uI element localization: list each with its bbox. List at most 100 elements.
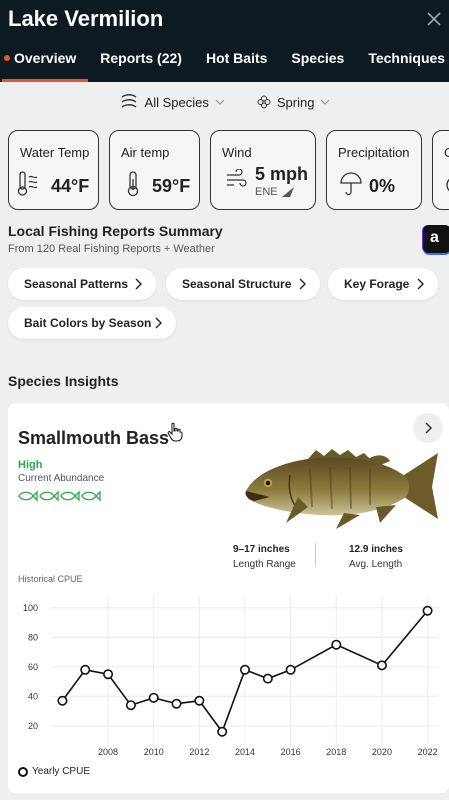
cloud-cover-card[interactable]: C: [432, 130, 449, 210]
data-point: [422, 605, 433, 616]
species-filter-label: All Species: [144, 94, 209, 110]
legend-label: Yearly CPUE: [32, 766, 90, 777]
abundance-fish-icons: [18, 490, 101, 502]
avg-length-value: 12.9 inches: [349, 544, 403, 555]
app-logo-icon[interactable]: a: [423, 225, 449, 253]
data-point: [148, 692, 159, 703]
y-tick-label: 100: [23, 603, 38, 613]
bait-colors-button[interactable]: Bait Colors by Season: [8, 307, 176, 339]
stat-divider: [315, 543, 316, 567]
chevron-down-icon: [215, 99, 225, 105]
chevron-right-icon: [425, 422, 433, 434]
abundance-label: Current Abundance: [18, 473, 105, 484]
y-tick-label: 20: [28, 721, 38, 731]
water-thermometer-icon: [17, 171, 38, 196]
tab-hot-baits[interactable]: Hot Baits: [194, 48, 279, 82]
pill-label: Key Forage: [344, 277, 410, 291]
data-point: [194, 695, 205, 706]
wind-speed-value: 5 mph: [255, 164, 309, 184]
tab-overview[interactable]: Overview: [0, 48, 89, 82]
umbrella-icon: [340, 172, 362, 196]
data-point: [262, 673, 273, 684]
data-point: [240, 664, 251, 675]
pill-label: Seasonal Patterns: [24, 277, 129, 291]
data-point: [57, 695, 68, 706]
cpue-line-chart: 20 40 60 80 100 2008 2010 2012 2014 2016 2018 2020 2…: [23, 596, 439, 757]
precipitation-card[interactable]: Precipitation 0%: [326, 130, 422, 210]
close-icon[interactable]: [423, 8, 445, 30]
length-range-value: 9–17 inches: [233, 544, 290, 555]
fish-icon: [18, 490, 38, 502]
species-name: Smallmouth Bass: [18, 428, 170, 448]
data-point: [125, 700, 136, 711]
chevron-right-icon: [135, 278, 142, 290]
x-tick-label: 2016: [281, 747, 301, 757]
summary-subtitle: From 120 Real Fishing Reports + Weather: [8, 243, 215, 255]
chevron-down-icon: [321, 99, 330, 105]
data-point: [376, 660, 387, 671]
wind-icon: [227, 169, 247, 187]
air-temp-card[interactable]: Air temp 59°F: [109, 130, 200, 210]
filter-bar: All Species Spring: [0, 90, 449, 114]
water-temp-value: 44°F: [51, 176, 90, 196]
seasonal-structure-button[interactable]: Seasonal Structure: [166, 268, 320, 300]
tab-reports[interactable]: Reports (22): [88, 48, 194, 82]
data-point: [331, 639, 342, 650]
data-point: [171, 698, 182, 709]
data-point: [80, 664, 91, 675]
abundance-value: High: [18, 459, 43, 471]
cloud-icon: [446, 178, 449, 192]
species-insights-title: Species Insights: [8, 373, 119, 389]
data-point: [217, 726, 228, 737]
water-temp-card[interactable]: Water Temp 44°F: [8, 130, 99, 210]
chevron-right-icon: [299, 278, 306, 290]
chart-title: Historical CPUE: [18, 574, 83, 584]
hand-cursor-icon: [167, 422, 183, 442]
fish-icon: [39, 490, 59, 502]
wind-direction-arrow-icon: [282, 187, 294, 197]
x-tick-label: 2008: [98, 747, 118, 757]
x-tick-label: 2012: [189, 747, 209, 757]
smallmouth-bass-image: [245, 449, 438, 529]
fish-icon: [60, 490, 80, 502]
water-temp-label: Water Temp: [20, 145, 90, 160]
length-range-label: Length Range: [233, 559, 296, 570]
x-tick-label: 2020: [372, 747, 392, 757]
x-tick-label: 2018: [326, 747, 346, 757]
pill-label: Bait Colors by Season: [24, 316, 152, 330]
avg-length-label: Avg. Length: [349, 559, 403, 570]
x-tick-label: 2014: [235, 747, 255, 757]
precipitation-value: 0%: [369, 176, 396, 196]
season-filter-label: Spring: [276, 94, 315, 110]
y-tick-label: 60: [28, 662, 38, 672]
species-filter[interactable]: All Species: [119, 93, 225, 111]
tab-techniques[interactable]: Techniques: [356, 48, 449, 82]
chevron-right-icon: [155, 317, 162, 329]
next-species-button[interactable]: [413, 413, 443, 443]
y-tick-label: 40: [28, 691, 38, 701]
app-header: Lake Vermilion Overview Reports (22) Hot…: [0, 0, 449, 82]
key-forage-button[interactable]: Key Forage: [328, 268, 438, 300]
page-title: Lake Vermilion: [8, 6, 164, 31]
x-tick-label: 2010: [144, 747, 164, 757]
species-card[interactable]: Smallmouth Bass High Current Abundance 9…: [8, 403, 449, 793]
weather-strip[interactable]: Water Temp 44°F Air temp 59°F Wind 5 mph…: [8, 130, 449, 212]
air-temp-value: 59°F: [152, 176, 191, 196]
seasonal-patterns-button[interactable]: Seasonal Patterns: [8, 268, 156, 300]
season-filter[interactable]: Spring: [257, 95, 331, 110]
flower-icon: [257, 95, 271, 109]
fish-swirl-icon: [121, 94, 136, 108]
cloud-cover-label: C: [444, 145, 449, 160]
wind-direction: ENE: [255, 186, 278, 198]
chart-legend: Yearly CPUE: [18, 766, 90, 777]
wind-card[interactable]: Wind 5 mph ENE: [210, 130, 316, 210]
tab-species[interactable]: Species: [279, 48, 356, 82]
x-tick-label: 2022: [418, 747, 438, 757]
data-point: [103, 669, 114, 680]
chevron-right-icon: [417, 278, 424, 290]
data-point: [285, 664, 296, 675]
fish-icon: [81, 490, 101, 502]
precipitation-label: Precipitation: [338, 145, 410, 160]
pill-label: Seasonal Structure: [182, 277, 292, 291]
tab-bar: Overview Reports (22) Hot Baits Species …: [0, 48, 449, 82]
